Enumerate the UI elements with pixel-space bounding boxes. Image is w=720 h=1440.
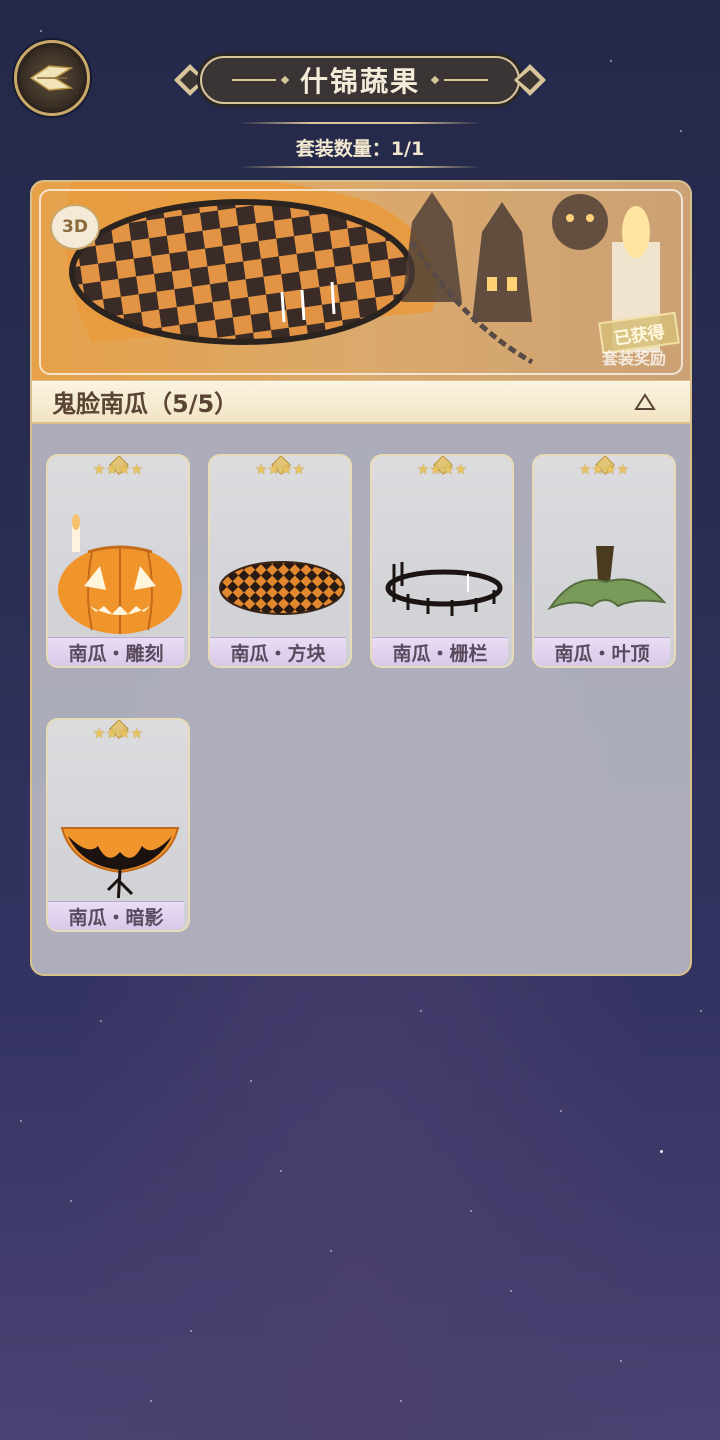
title-line-right	[444, 79, 488, 81]
title-plate: 什锦蔬果	[200, 56, 520, 104]
page-title: 什锦蔬果	[299, 65, 420, 98]
title-diamond-left	[280, 75, 290, 85]
set-panel: 3D 已获得 套装奖励 鬼脸南瓜（5/5） ★★★★ 南瓜・雕刻 ★★★★ 南瓜…	[30, 180, 692, 976]
carved-pumpkin-image	[58, 514, 182, 634]
set-banner-image[interactable]: 3D 已获得 套装奖励	[32, 182, 690, 382]
item-card-body	[46, 454, 190, 668]
shadow-pumpkin-image	[60, 827, 180, 898]
back-arrow-icon	[29, 65, 74, 91]
star-rating: ★★★★	[92, 462, 144, 478]
item-card-body	[208, 454, 352, 668]
item-name: 南瓜・雕刻	[48, 637, 184, 666]
iron-fence-image	[385, 562, 503, 616]
divider	[238, 122, 482, 124]
triangle-up-icon[interactable]	[634, 392, 656, 412]
back-button[interactable]	[14, 40, 90, 116]
item-name: 南瓜・叶顶	[534, 637, 670, 666]
item-card-body	[46, 718, 190, 932]
title-line-left	[231, 79, 276, 81]
item-name: 南瓜・栅栏	[372, 637, 508, 666]
checkered-floor-image	[219, 561, 345, 615]
item-name: 南瓜・暗影	[48, 901, 184, 930]
item-card[interactable]: ★★★★ 南瓜・方块	[208, 440, 352, 668]
divider	[238, 166, 482, 168]
item-card[interactable]: ★★★★ 南瓜・雕刻	[46, 440, 190, 668]
item-card-body	[532, 454, 676, 668]
star-rating: ★★★★	[92, 726, 144, 742]
item-card[interactable]: ★★★★ 南瓜・叶顶	[532, 440, 676, 668]
banner-scene-illustration	[32, 182, 690, 382]
title-ornament-right	[514, 64, 546, 96]
item-name: 南瓜・方块	[210, 637, 346, 666]
title-diamond-right	[430, 75, 440, 85]
item-card-body	[370, 454, 514, 668]
item-card[interactable]: ★★★★ 南瓜・暗影	[46, 704, 190, 932]
3d-view-badge[interactable]: 3D	[50, 204, 100, 250]
star-rating: ★★★★	[416, 462, 468, 478]
star-rating: ★★★★	[254, 462, 306, 478]
star-rating: ★★★★	[578, 462, 630, 478]
set-title: 鬼脸南瓜（5/5）	[52, 390, 239, 418]
leaf-top-image	[547, 546, 667, 611]
item-card[interactable]: ★★★★ 南瓜・栅栏	[370, 440, 514, 668]
set-reward-label[interactable]: 套装奖励	[602, 345, 666, 369]
set-header[interactable]: 鬼脸南瓜（5/5）	[32, 380, 690, 424]
set-count-text: 套装数量：1/1	[295, 138, 425, 160]
